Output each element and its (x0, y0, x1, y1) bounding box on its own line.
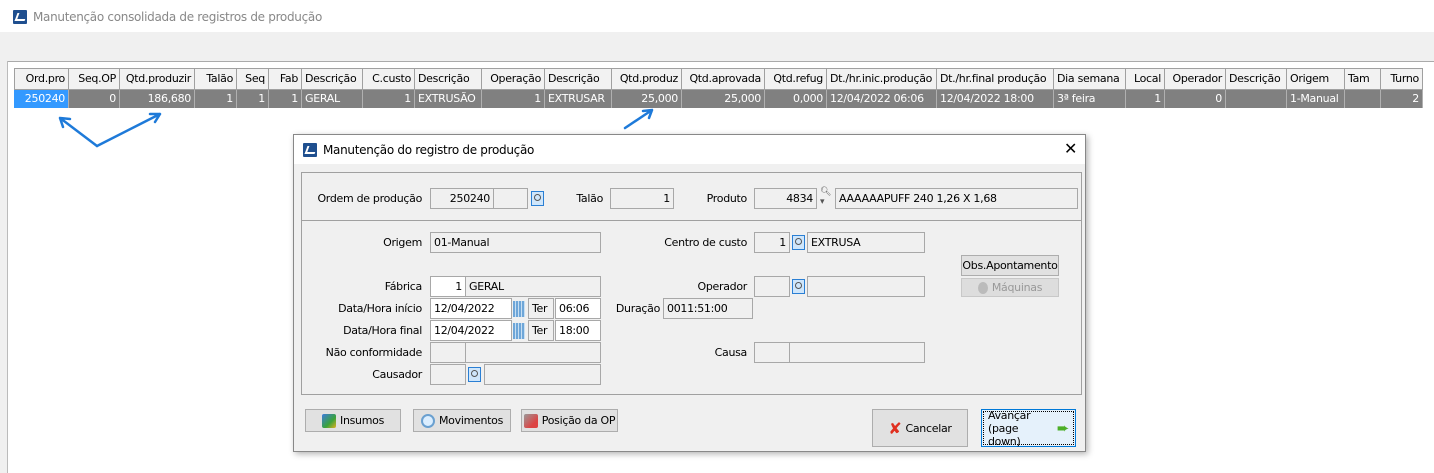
final-label: Data/Hora final (343, 324, 422, 337)
avancar-line1: Avançar (988, 408, 1031, 422)
x-icon: ✘ (888, 418, 902, 438)
calendar-icon[interactable] (513, 301, 525, 317)
origem-field: 01-Manual (430, 232, 601, 253)
causador-label: Causador (372, 368, 422, 381)
avancar-button[interactable]: Avançar (page down) ➨ (981, 409, 1076, 448)
talao-field[interactable]: 1 (610, 188, 674, 209)
search-dropdown-icon[interactable]: 🔍︎ ▾ (820, 187, 831, 207)
final-time-field[interactable]: 18:00 (555, 320, 601, 341)
maquinas-button[interactable]: Máquinas (961, 278, 1059, 297)
close-icon[interactable]: ✕ (1064, 139, 1077, 158)
insumos-label: Insumos (340, 414, 384, 427)
fabrica-code-field[interactable]: 1 (430, 276, 466, 297)
avancar-line2: (page down) (988, 421, 1021, 448)
ccusto-label: Centro de custo (664, 236, 747, 249)
search-icon[interactable] (792, 279, 805, 294)
maquinas-label: Máquinas (991, 281, 1043, 294)
search-icon[interactable] (468, 367, 481, 382)
operador-code-field[interactable] (754, 276, 790, 297)
ordem-label: Ordem de produção (317, 192, 422, 205)
duracao-field: 0011:51:00 (663, 298, 753, 319)
operador-label: Operador (697, 280, 747, 293)
fabrica-label: Fábrica (384, 280, 423, 293)
obs-apontamento-label: Obs.Apontamento (962, 259, 1058, 272)
joystick-icon (977, 281, 988, 294)
causa-desc-field (789, 342, 925, 363)
produto-code-field[interactable]: 4834 (754, 188, 817, 209)
ccusto-desc-field: EXTRUSA (807, 232, 925, 253)
inicio-time-field[interactable]: 06:06 (555, 298, 601, 319)
obs-apontamento-button[interactable]: Obs.Apontamento (961, 255, 1059, 276)
causador-code-field[interactable] (430, 364, 466, 385)
causa-code-field[interactable] (754, 342, 790, 363)
posicao-op-label: Posição da OP (541, 414, 616, 427)
search-icon[interactable] (531, 191, 544, 206)
calendar-icon[interactable] (513, 323, 525, 339)
divider (302, 220, 1081, 221)
position-icon (523, 413, 538, 428)
insumos-button[interactable]: Insumos (305, 409, 401, 432)
talao-label: Talão (576, 192, 603, 205)
produto-label: Produto (706, 192, 748, 205)
cancelar-label: Cancelar (905, 421, 952, 435)
origem-label: Origem (383, 236, 422, 249)
inicio-label: Data/Hora início (338, 302, 422, 315)
operador-desc-field (807, 276, 925, 297)
inicio-date-field[interactable]: 12/04/2022 (430, 298, 512, 319)
final-date-field[interactable]: 12/04/2022 (430, 320, 512, 341)
ccusto-code-field[interactable]: 1 (754, 232, 790, 253)
arrow-ordpro (58, 116, 99, 148)
ordem-field[interactable]: 250240 (430, 188, 494, 209)
nconf-label: Não conformidade (325, 346, 423, 359)
magnifier-icon (420, 413, 435, 428)
production-record-dialog: Manutenção do registro de produção ✕ Ord… (293, 134, 1086, 452)
dialog-title: Manutenção do registro de produção (323, 143, 535, 157)
causa-label: Causa (714, 346, 748, 359)
posicao-op-button[interactable]: Posição da OP (521, 409, 618, 432)
final-day-field: Ter (528, 320, 554, 341)
ordem-seq-field[interactable] (493, 188, 528, 209)
dialog-titlebar: Manutenção do registro de produção ✕ (294, 135, 1085, 164)
arrow-qtdproduzir (95, 112, 162, 148)
avancar-label: Avançar (page down) (988, 409, 1053, 448)
boxes-icon (322, 413, 336, 428)
search-icon[interactable] (792, 235, 805, 250)
movimentos-label: Movimentos (438, 414, 503, 427)
arrow-right-icon: ➨ (1056, 419, 1070, 437)
duracao-label: Duração (615, 302, 660, 315)
nconf-code-field[interactable] (430, 342, 466, 363)
fabrica-desc-field: GERAL (465, 276, 601, 297)
inicio-day-field: Ter (528, 298, 554, 319)
arrow-qtdproduz (623, 108, 654, 130)
produto-desc-field: AAAAAAPUFF 240 1,26 X 1,68 (835, 188, 1078, 209)
movimentos-button[interactable]: Movimentos (413, 409, 511, 432)
causador-desc-field (484, 364, 601, 385)
cancelar-button[interactable]: ✘ Cancelar (872, 409, 968, 447)
nconf-desc-field (465, 342, 601, 363)
app-icon (303, 143, 317, 157)
